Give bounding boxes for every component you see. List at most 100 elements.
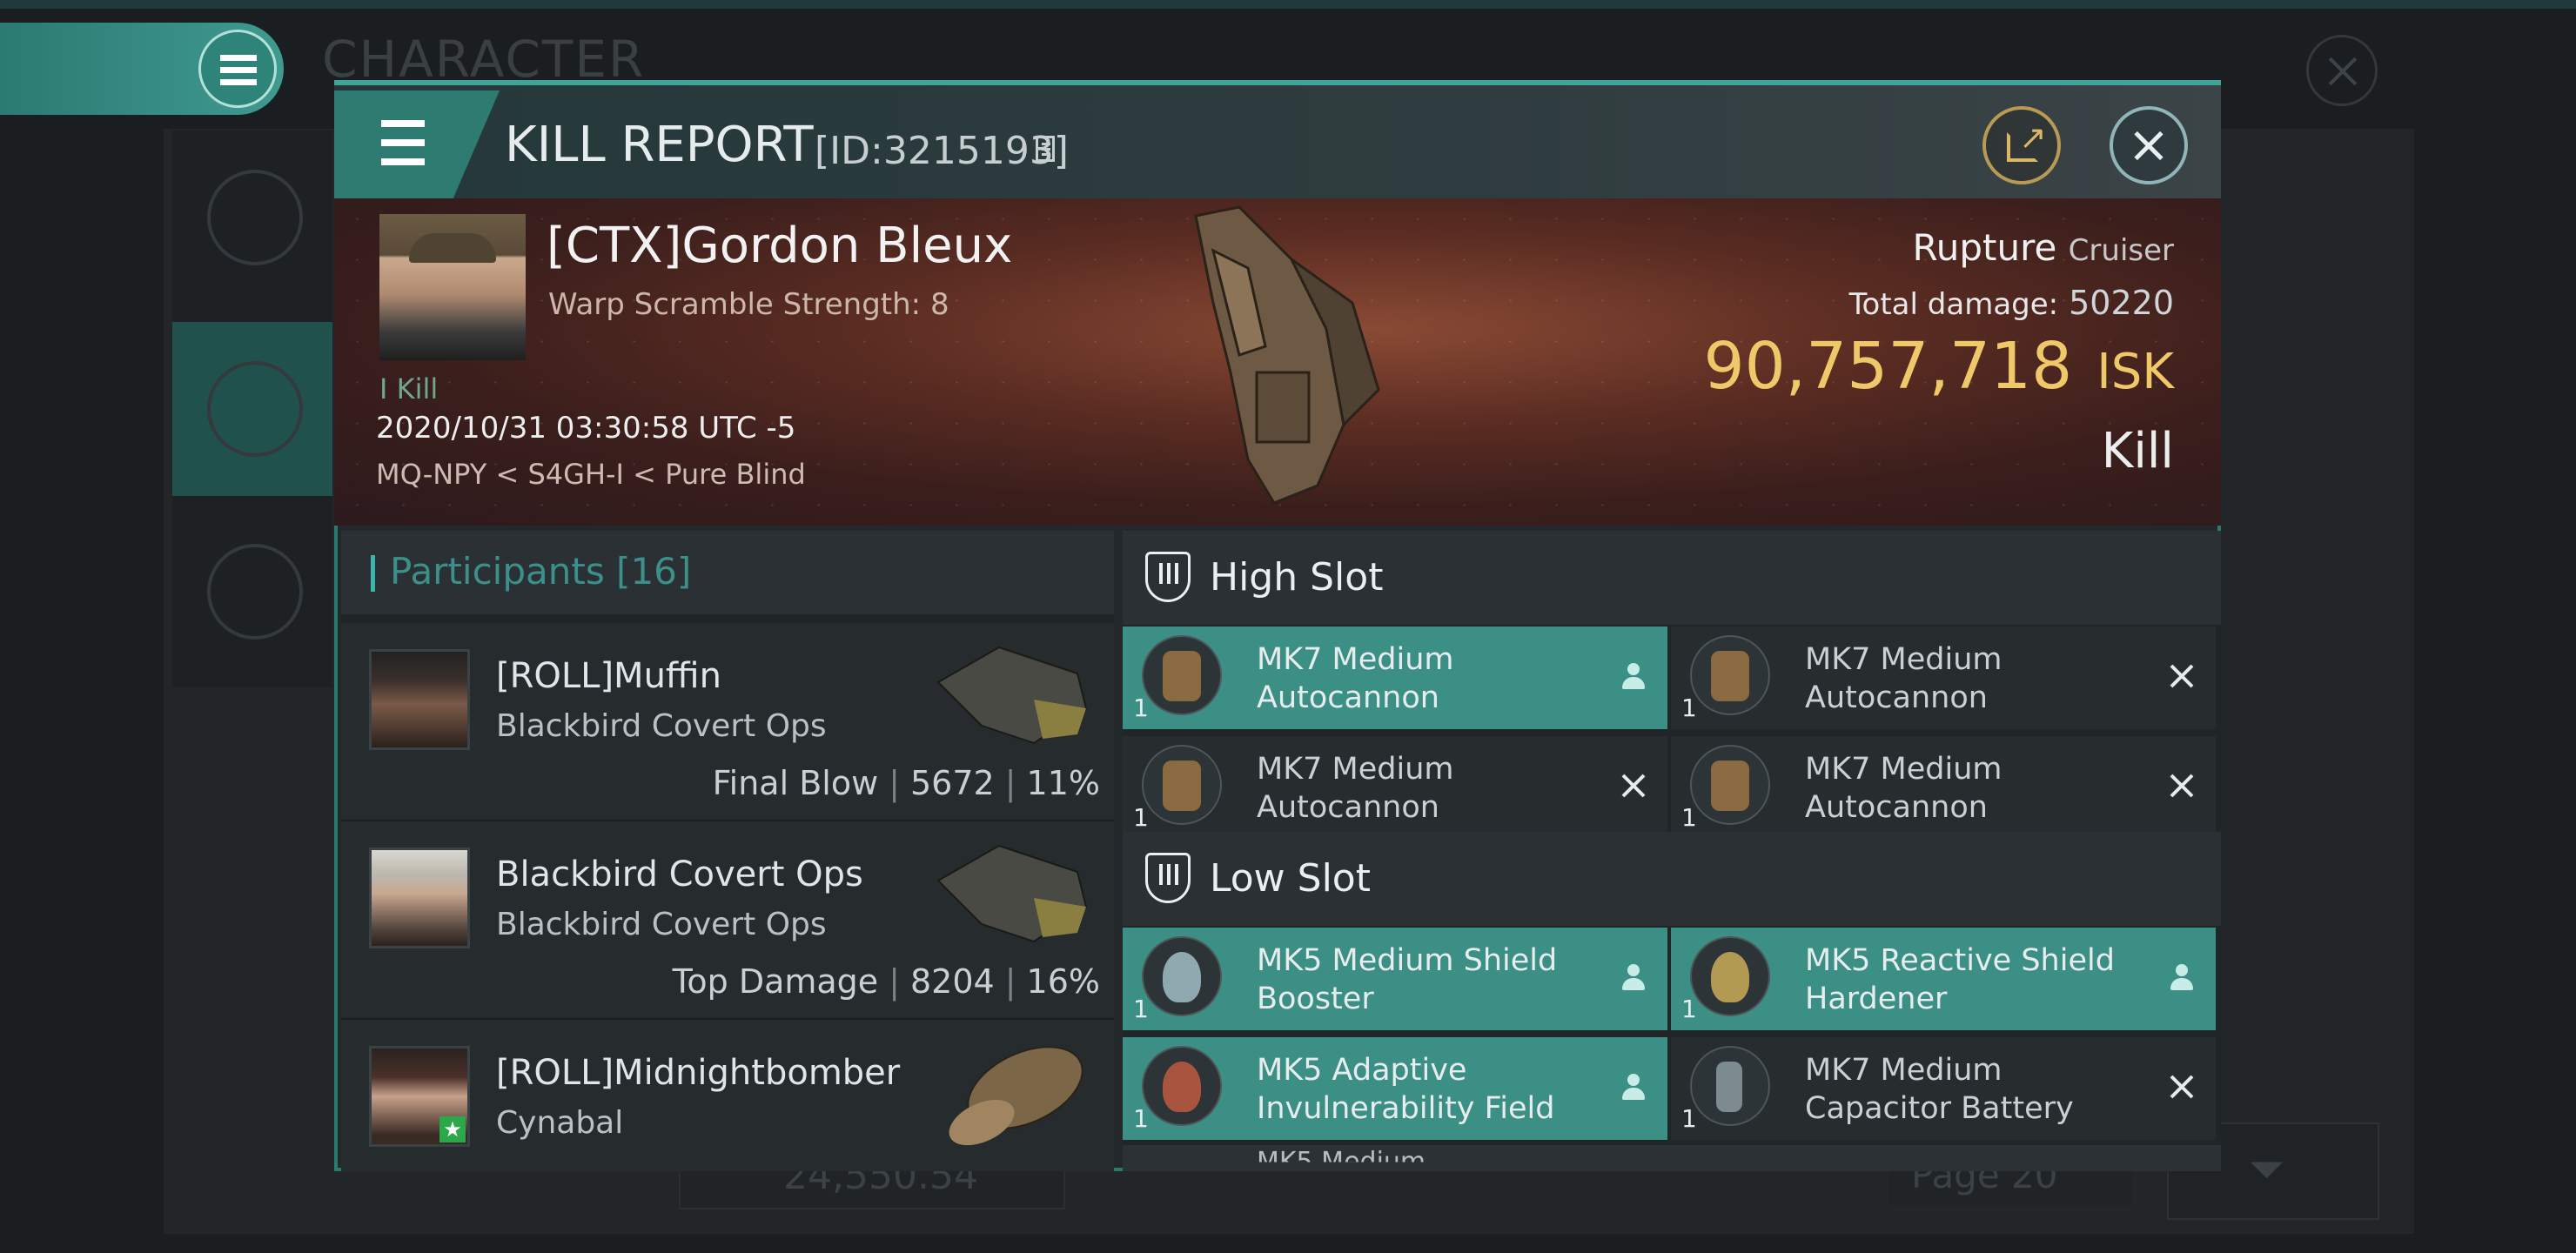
crossed-swords-icon: [207, 361, 303, 457]
module-item[interactable]: 1 MK7 Medium Capacitor Battery: [1671, 1037, 2216, 1140]
victim-name[interactable]: [CTX]Gordon Bleux: [547, 218, 1012, 274]
shield-hardener-icon: [1690, 936, 1770, 1016]
background-close-icon[interactable]: [2306, 35, 2378, 106]
sidebar-item-medals[interactable]: [172, 505, 332, 679]
module-quantity: 1: [1133, 1104, 1149, 1133]
participant-ship: Blackbird Covert Ops: [496, 708, 827, 744]
participant-tag: Top Damage: [672, 962, 879, 1001]
total-damage-label: Total damage:: [1848, 287, 2059, 322]
shield-booster-icon: [1142, 936, 1222, 1016]
x-icon: [1619, 771, 1648, 801]
participant-name: [ROLL]Muffin: [496, 656, 721, 696]
participant-stats: Final Blow | 5672 | 11%: [712, 764, 1100, 802]
warp-scramble-strength: Warp Scramble Strength: 8: [548, 287, 949, 322]
person-icon: [1619, 962, 1648, 992]
participant-tag: Final Blow: [712, 764, 879, 802]
autocannon-icon: [1142, 745, 1222, 825]
participant-ship: Cynabal: [496, 1105, 624, 1141]
module-name: MK7 Medium Autocannon: [1805, 642, 2002, 715]
total-damage: Total damage: 50220: [1849, 284, 2174, 322]
participant-ship: Blackbird Covert Ops: [496, 907, 827, 942]
high-slot-header: High Slot: [1123, 531, 2221, 625]
module-name: MK5 Medium: [1257, 1147, 1426, 1171]
share-button[interactable]: [1982, 106, 2061, 184]
participant-name: Blackbird Covert Ops: [496, 854, 863, 895]
module-item[interactable]: 1 MK7 Medium Autocannon: [1671, 736, 2216, 839]
module-item[interactable]: 1 MK7 Medium Autocannon: [1671, 626, 2216, 729]
low-slot-header: Low Slot: [1123, 832, 2221, 926]
ship-name: Rupture: [1912, 226, 2057, 269]
module-quantity: 1: [1133, 995, 1149, 1023]
module-name: MK5 Medium Shield Booster: [1257, 943, 1558, 1016]
module-name: MK7 Medium Autocannon: [1257, 752, 1454, 825]
participant-row[interactable]: Blackbird Covert Ops Blackbird Covert Op…: [341, 821, 1114, 1020]
participants-header[interactable]: Participants [16]: [341, 531, 1114, 614]
kill-location[interactable]: MQ-NPY < S4GH-I < Pure Blind: [376, 458, 806, 491]
close-button[interactable]: [2110, 106, 2188, 184]
background-sidebar: [172, 131, 332, 687]
module-quantity: 1: [1681, 694, 1697, 722]
filter-icon: ⏷: [2249, 1143, 2285, 1196]
participant-name: [ROLL]Midnightbomber: [496, 1053, 901, 1093]
ship-class: Cruiser: [2068, 233, 2174, 268]
participants-title: Participants [16]: [390, 550, 692, 593]
module-name: MK5 Adaptive Invulnerability Field: [1257, 1053, 1555, 1126]
victim-avatar[interactable]: [379, 214, 526, 360]
victim-ship-image: [1194, 205, 1380, 505]
module-item[interactable]: 1 MK7 Medium Autocannon: [1123, 736, 1667, 839]
isk-unit: ISK: [2096, 344, 2174, 400]
participant-ship-image: [949, 1046, 1083, 1146]
capacitor-battery-icon: [1690, 1046, 1770, 1126]
menu-button[interactable]: [334, 90, 500, 198]
module-quantity: 1: [1133, 803, 1149, 832]
participant-stats: Top Damage | 8204 | 16%: [672, 962, 1100, 1001]
participant-percent: 11%: [1026, 764, 1100, 802]
module-item[interactable]: 1 MK5 Medium Shield Booster: [1123, 928, 1667, 1030]
participant-row[interactable]: ★ [ROLL]Midnightbomber Cynabal: [341, 1020, 1114, 1171]
module-item-partial[interactable]: MK5 Medium: [1123, 1145, 2221, 1171]
star-badge-icon: [207, 544, 303, 640]
x-icon: [2167, 771, 2197, 801]
module-name: MK7 Medium Autocannon: [1257, 642, 1454, 715]
menu-icon: [372, 120, 425, 127]
isk-value: 90,757,718 ISK: [1704, 329, 2175, 404]
module-item[interactable]: 1 MK5 Adaptive Invulnerability Field: [1123, 1037, 1667, 1140]
module-name: MK7 Medium Autocannon: [1805, 752, 2002, 825]
participant-row[interactable]: [ROLL]Muffin Blackbird Covert Ops Final …: [341, 623, 1114, 821]
avatar: [369, 649, 470, 750]
participant-damage: 8204: [910, 962, 995, 1001]
background-menu-button[interactable]: [0, 23, 284, 115]
kill-banner: [CTX]Gordon Bleux Warp Scramble Strength…: [334, 198, 2221, 526]
participant-damage: 5672: [910, 764, 995, 802]
list-icon: [207, 170, 303, 265]
autocannon-icon: [1690, 745, 1770, 825]
module-quantity: 1: [1681, 1104, 1697, 1133]
person-icon: [1619, 1072, 1648, 1102]
person-icon: [2167, 962, 2197, 992]
kill-result: Kill: [2101, 423, 2174, 479]
person-icon: [1619, 661, 1648, 691]
sidebar-item-killmails[interactable]: [172, 322, 332, 496]
autocannon-icon: [1690, 635, 1770, 715]
invulnerability-field-icon: [1142, 1046, 1222, 1126]
star-icon: ★: [439, 1116, 466, 1142]
sidebar-item-list[interactable]: [172, 131, 332, 305]
module-item[interactable]: 1 MK7 Medium Autocannon: [1123, 626, 1667, 729]
module-name: MK7 Medium Capacitor Battery: [1805, 1053, 2074, 1126]
high-slot-label: High Slot: [1210, 555, 1384, 600]
module-quantity: 1: [1681, 803, 1697, 832]
menu-icon: [198, 30, 277, 108]
module-name: MK5 Reactive Shield Hardener: [1805, 943, 2115, 1016]
participant-percent: 16%: [1026, 962, 1100, 1001]
avatar: ★: [369, 1046, 470, 1147]
kill-id: [ID:3215193]: [815, 129, 1069, 173]
module-quantity: 1: [1133, 694, 1149, 722]
x-icon: [2167, 1072, 2197, 1102]
low-slot-icon: [1145, 853, 1191, 903]
modal-title: KILL REPORT: [505, 117, 814, 173]
copy-icon[interactable]: [1036, 136, 1055, 162]
top-border: [0, 0, 2576, 9]
kill-date: 2020/10/31 03:30:58 UTC -5: [376, 411, 796, 446]
module-item[interactable]: 1 MK5 Reactive Shield Hardener: [1671, 928, 2216, 1030]
kill-report-modal: KILL REPORT [ID:3215193] [CTX]Gordon Ble…: [334, 80, 2221, 1171]
